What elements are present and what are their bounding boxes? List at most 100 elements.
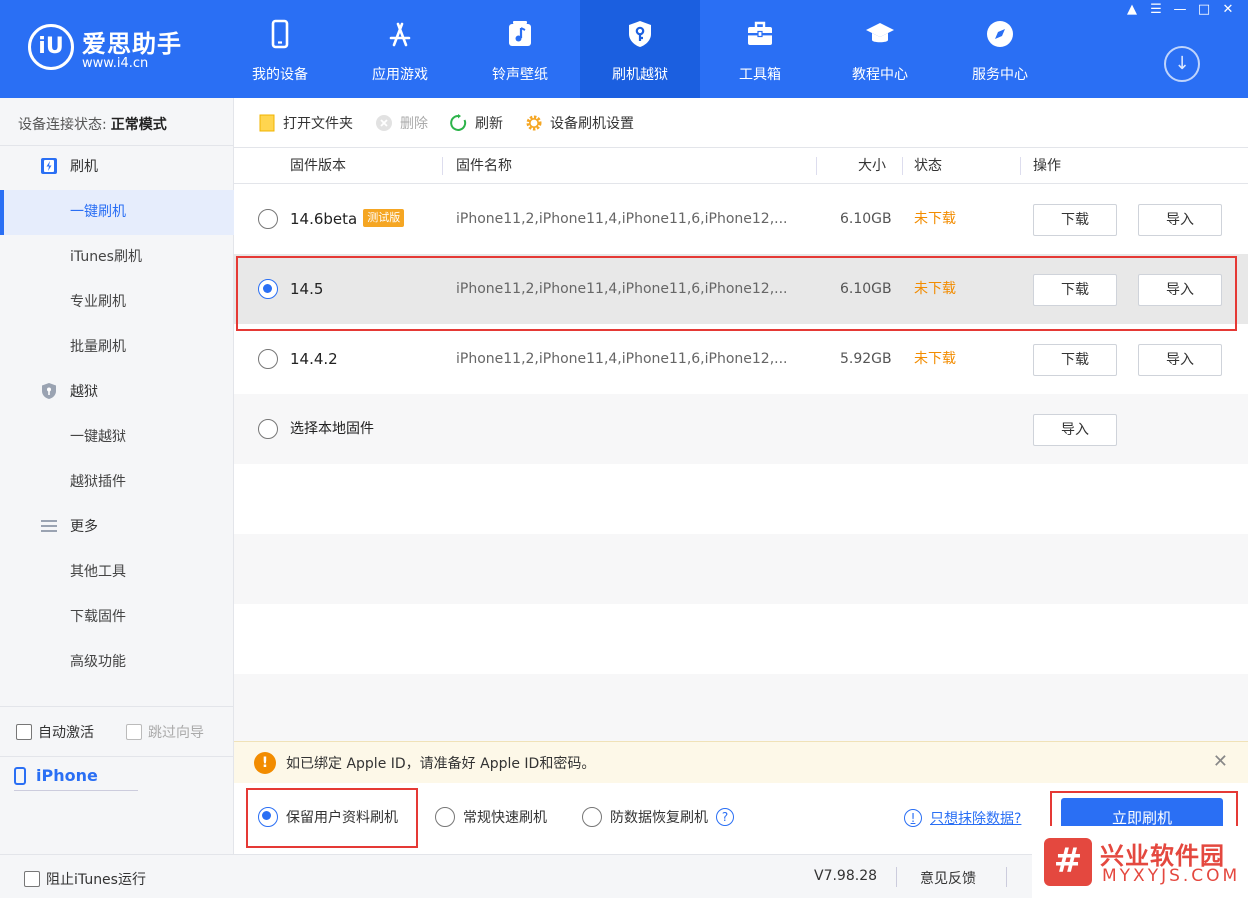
app-logo[interactable]: iU 爱思助手 www.i4.cn: [28, 20, 198, 76]
import-local-button[interactable]: 导入: [1033, 414, 1117, 446]
delete-label: 删除: [400, 115, 428, 132]
menu-icon[interactable]: ☰: [1144, 0, 1168, 20]
firmware-status: 未下载: [914, 351, 956, 367]
firmware-name: iPhone11,2,iPhone11,4,iPhone11,6,iPhone1…: [456, 211, 788, 227]
open-folder-label: 打开文件夹: [283, 115, 353, 132]
device-entry[interactable]: iPhone: [14, 766, 98, 785]
nav-tutorials[interactable]: 教程中心: [820, 0, 940, 98]
firmware-version-text: 14.6beta: [290, 210, 358, 228]
row-radio[interactable]: [258, 349, 278, 369]
warning-icon: !: [254, 751, 276, 774]
auto-activate-checkbox[interactable]: 自动激活: [16, 722, 94, 742]
sidebar-item-itunes-flash[interactable]: iTunes刷机: [0, 235, 234, 280]
delete-button[interactable]: 删除: [375, 113, 428, 133]
notice-bar: ! 如已绑定 Apple ID，请准备好 Apple ID和密码。 ✕: [234, 741, 1248, 783]
col-divider: [816, 157, 817, 175]
sidebar-item-batch-flash[interactable]: 批量刷机: [0, 325, 234, 370]
divider: [0, 145, 234, 146]
import-button[interactable]: 导入: [1138, 274, 1222, 306]
sidebar-item-advanced[interactable]: 高级功能: [0, 640, 234, 685]
download-button[interactable]: 下载: [1033, 274, 1117, 306]
table-row-local-firmware[interactable]: 选择本地固件 导入: [234, 394, 1248, 464]
nav-apps-games[interactable]: 应用游戏: [340, 0, 460, 98]
checkbox-box: [24, 871, 40, 887]
import-button[interactable]: 导入: [1138, 344, 1222, 376]
nav-ringtones[interactable]: 铃声壁纸: [460, 0, 580, 98]
sidebar-group-jailbreak: 越狱: [40, 381, 98, 401]
beta-badge: 测试版: [363, 208, 405, 227]
close-icon[interactable]: ✕: [1213, 751, 1228, 772]
option-label: 防数据恢复刷机: [610, 810, 708, 826]
block-itunes-label: 阻止iTunes运行: [46, 872, 146, 888]
auto-activate-label: 自动激活: [38, 725, 94, 741]
refresh-icon: [450, 113, 467, 131]
table-row[interactable]: 14.4.2 iPhone11,2,iPhone11,4,iPhone11,6,…: [234, 324, 1248, 394]
refresh-label: 刷新: [475, 115, 503, 132]
option-radio[interactable]: [258, 807, 278, 827]
close-icon[interactable]: ✕: [1216, 0, 1240, 20]
sidebar-group-label: 越狱: [70, 384, 98, 400]
logo-name: 爱思助手: [82, 30, 182, 58]
nav-my-device[interactable]: 我的设备: [220, 0, 340, 98]
row-radio[interactable]: [258, 209, 278, 229]
feedback-link[interactable]: 意见反馈: [920, 868, 976, 888]
option-radio[interactable]: [435, 807, 455, 827]
skip-guide-label: 跳过向导: [148, 725, 204, 741]
watermark-url: MYXYJS.COM: [1102, 866, 1241, 886]
toolbox-icon: [748, 21, 772, 45]
open-folder-button[interactable]: 打开文件夹: [258, 113, 353, 133]
delete-icon: [376, 114, 392, 131]
nav-toolbox[interactable]: 工具箱: [700, 0, 820, 98]
option-anti-recovery[interactable]: 防数据恢复刷机 ?: [582, 807, 734, 827]
col-header-size: 大小: [858, 158, 886, 174]
sidebar-item-one-click-jailbreak[interactable]: 一键越狱: [0, 415, 234, 460]
firmware-size: 6.10GB: [840, 281, 892, 297]
col-header-action: 操作: [1033, 158, 1061, 174]
row-radio[interactable]: [258, 419, 278, 439]
row-radio[interactable]: [258, 279, 278, 299]
minimize-icon[interactable]: —: [1168, 0, 1192, 20]
col-header-status: 状态: [914, 158, 942, 174]
table-row[interactable]: 14.6beta 测试版 iPhone11,2,iPhone11,4,iPhone…: [234, 184, 1248, 254]
refresh-button[interactable]: 刷新: [450, 113, 503, 133]
divider: [896, 867, 897, 887]
shirt-icon[interactable]: ▲: [1120, 0, 1144, 20]
nav-label: 教程中心: [852, 67, 908, 83]
sidebar-item-download-firmware[interactable]: 下载固件: [0, 595, 234, 640]
local-firmware-label: 选择本地固件: [290, 421, 374, 437]
connection-status-value: 正常模式: [110, 117, 167, 133]
divider: [14, 790, 138, 791]
firmware-table-header: 固件版本 固件名称 大小 状态 操作: [234, 148, 1248, 184]
sidebar-item-one-click-flash[interactable]: 一键刷机: [0, 190, 234, 235]
sidebar: 设备连接状态: 正常模式 刷机 一键刷机 iTunes刷机 专业刷机 批量刷机 越…: [0, 98, 234, 854]
connection-status-label: 设备连接状态:: [18, 117, 107, 133]
nav-flash-jailbreak[interactable]: 刷机越狱: [580, 0, 700, 98]
download-manager-icon[interactable]: ↓: [1164, 46, 1200, 82]
nav-service[interactable]: 服务中心: [940, 0, 1060, 98]
maximize-icon[interactable]: □: [1192, 0, 1216, 20]
download-button[interactable]: 下载: [1033, 204, 1117, 236]
app-version: V7.98.28: [814, 868, 878, 884]
erase-data-link[interactable]: ! 只想抹除数据?: [904, 808, 1021, 828]
sidebar-item-other-tools[interactable]: 其他工具: [0, 550, 234, 595]
sidebar-group-label: 更多: [70, 519, 98, 535]
table-row[interactable]: 14.5 iPhone11,2,iPhone11,4,iPhone11,6,iP…: [234, 254, 1248, 324]
empty-row: [234, 674, 1248, 741]
option-keep-data[interactable]: 保留用户资料刷机: [258, 807, 398, 827]
flash-settings-button[interactable]: 设备刷机设置: [525, 113, 634, 133]
sidebar-item-pro-flash[interactable]: 专业刷机: [0, 280, 234, 325]
notice-text: 如已绑定 Apple ID，请准备好 Apple ID和密码。: [286, 755, 596, 772]
logo-url: www.i4.cn: [82, 56, 149, 71]
col-header-name: 固件名称: [456, 158, 512, 174]
option-radio[interactable]: [582, 807, 602, 827]
download-button[interactable]: 下载: [1033, 344, 1117, 376]
sidebar-item-jailbreak-plugins[interactable]: 越狱插件: [0, 460, 234, 505]
skip-guide-checkbox[interactable]: 跳过向导: [126, 722, 204, 742]
block-itunes-checkbox[interactable]: 阻止iTunes运行: [24, 869, 146, 889]
help-icon[interactable]: ?: [716, 808, 734, 826]
option-quick-flash[interactable]: 常规快速刷机: [435, 807, 547, 827]
nav-label: 工具箱: [739, 67, 781, 83]
firmware-version: 14.6beta 测试版: [290, 184, 405, 254]
import-button[interactable]: 导入: [1138, 204, 1222, 236]
erase-data-label: 只想抹除数据?: [930, 811, 1022, 827]
